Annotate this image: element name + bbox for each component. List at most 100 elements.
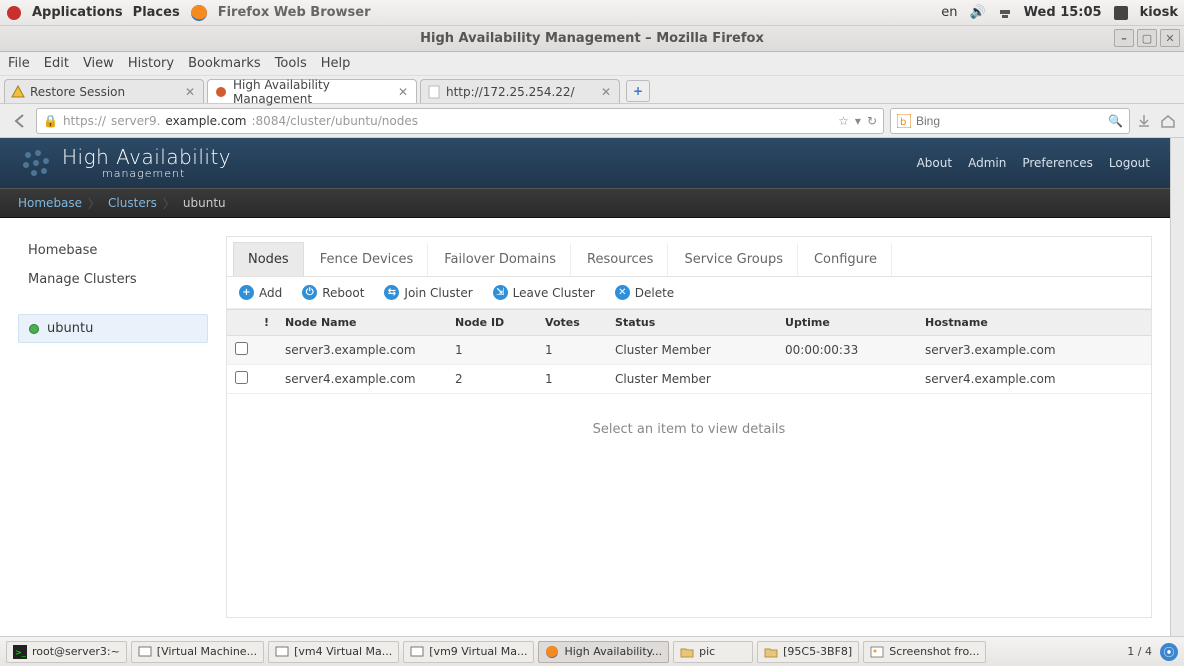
clock[interactable]: Wed 15:05 [1024,5,1102,20]
cell-votes: 1 [537,336,607,365]
tab-nodes[interactable]: Nodes [233,242,304,276]
url-scheme: https:// [63,114,106,128]
search-icon[interactable]: 🔍 [1108,114,1123,128]
action-label: Add [259,286,282,300]
task-vm4[interactable]: [vm4 Virtual Ma... [268,641,399,663]
workspace-indicator[interactable]: 1 / 4 [1127,645,1152,658]
crumb-current: ubuntu [171,188,240,218]
action-add[interactable]: + Add [239,285,282,300]
sidebar-cluster-item[interactable]: ubuntu [18,314,208,343]
task-label: [vm4 Virtual Ma... [294,645,392,658]
tab-fence-devices[interactable]: Fence Devices [306,243,429,276]
sidebar-homebase[interactable]: Homebase [18,236,208,265]
home-icon[interactable] [1160,113,1176,129]
content-panel: Nodes Fence Devices Failover Domains Res… [226,236,1152,618]
tab-restore-session[interactable]: Restore Session ✕ [4,79,204,103]
menu-help[interactable]: Help [321,56,351,71]
keyboard-lang[interactable]: en [941,5,957,20]
url-path: :8084/cluster/ubuntu/nodes [252,114,418,128]
dropdown-history-icon[interactable]: ▾ [855,114,861,128]
window-close-button[interactable]: ✕ [1160,29,1180,47]
task-label: pic [699,645,715,658]
link-logout[interactable]: Logout [1109,156,1150,170]
action-delete[interactable]: ✕Delete [615,285,674,300]
tab-resources[interactable]: Resources [573,243,668,276]
user-label[interactable]: kiosk [1140,5,1178,20]
tab-service-groups[interactable]: Service Groups [670,243,798,276]
col-node-name[interactable]: Node Name [277,310,447,336]
menu-history[interactable]: History [128,56,174,71]
task-label: [Virtual Machine... [157,645,257,658]
breadcrumb: Homebase Clusters ubuntu [0,188,1170,218]
menu-file[interactable]: File [8,56,30,71]
row-checkbox[interactable] [235,371,248,384]
table-row[interactable]: server3.example.com11Cluster Member00:00… [227,336,1151,365]
tab-configure[interactable]: Configure [800,243,892,276]
tab-close-button[interactable]: ✕ [183,85,197,99]
sidebar: Homebase Manage Clusters ubuntu [18,236,208,618]
col-hostname[interactable]: Hostname [917,310,1151,336]
menu-bookmarks[interactable]: Bookmarks [188,56,261,71]
downloads-icon[interactable] [1136,113,1152,129]
tab-close-button[interactable]: ✕ [396,85,410,99]
menu-view[interactable]: View [83,56,114,71]
task-vm9[interactable]: [vm9 Virtual Ma... [403,641,534,663]
link-admin[interactable]: Admin [968,156,1006,170]
action-leave[interactable]: ⇲Leave Cluster [493,285,595,300]
task-terminal[interactable]: >_root@server3:~ [6,641,127,663]
tab-close-button[interactable]: ✕ [599,85,613,99]
crumb-clusters[interactable]: Clusters [96,188,171,218]
workspace-switcher-icon[interactable]: ⦿ [1160,643,1178,661]
window-minimize-button[interactable]: – [1114,29,1134,47]
tab-ha-management[interactable]: High Availability Management ✕ [207,79,417,103]
task-drive[interactable]: [95C5-3BF8] [757,641,859,663]
col-node-id[interactable]: Node ID [447,310,537,336]
task-screenshot[interactable]: Screenshot fro... [863,641,986,663]
table-row[interactable]: server4.example.com21Cluster Memberserve… [227,365,1151,394]
vertical-scrollbar[interactable] [1170,138,1184,636]
sidebar-manage-clusters[interactable]: Manage Clusters [18,265,208,294]
row-checkbox[interactable] [235,342,248,355]
table-header-row: ! Node Name Node ID Votes Status Uptime … [227,310,1151,336]
user-menu-icon[interactable] [1114,6,1128,20]
menu-applications[interactable]: Applications [32,5,123,20]
search-box[interactable]: b 🔍 [890,108,1130,134]
svg-text:>_: >_ [15,648,27,657]
cell-hostname: server3.example.com [917,336,1151,365]
task-vm[interactable]: [Virtual Machine... [131,641,264,663]
firefox-icon[interactable] [190,4,208,22]
reader-mode-icon[interactable]: ☆ [838,114,849,128]
col-uptime[interactable]: Uptime [777,310,917,336]
network-icon[interactable] [998,6,1012,20]
menu-places[interactable]: Places [133,5,180,20]
tab-ip-address[interactable]: http://172.25.254.22/ ✕ [420,79,620,103]
crumb-homebase[interactable]: Homebase [6,188,96,218]
folder-icon [764,645,778,659]
tab-label: Restore Session [30,85,125,99]
volume-icon[interactable]: 🔊 [969,5,985,20]
task-pic[interactable]: pic [673,641,753,663]
vm-icon [410,645,424,659]
menu-tools[interactable]: Tools [275,56,307,71]
reload-icon[interactable]: ↻ [867,114,877,128]
back-button[interactable] [8,110,30,132]
new-tab-button[interactable]: + [626,80,650,102]
cluster-name: ubuntu [47,321,93,336]
action-label: Join Cluster [404,286,472,300]
action-reboot[interactable]: ⏻Reboot [302,285,364,300]
action-join[interactable]: ⇆Join Cluster [384,285,472,300]
cell-status: Cluster Member [607,336,777,365]
url-host: server9. [111,114,160,128]
search-input[interactable] [916,114,1103,128]
app-logo-icon [20,147,52,179]
plus-icon: + [239,285,254,300]
window-maximize-button[interactable]: ▢ [1137,29,1157,47]
url-bar[interactable]: 🔒 https://server9.example.com:8084/clust… [36,108,884,134]
col-votes[interactable]: Votes [537,310,607,336]
link-preferences[interactable]: Preferences [1022,156,1093,170]
col-status[interactable]: Status [607,310,777,336]
link-about[interactable]: About [917,156,952,170]
tab-failover-domains[interactable]: Failover Domains [430,243,571,276]
task-firefox[interactable]: High Availability... [538,641,669,663]
menu-edit[interactable]: Edit [44,56,69,71]
